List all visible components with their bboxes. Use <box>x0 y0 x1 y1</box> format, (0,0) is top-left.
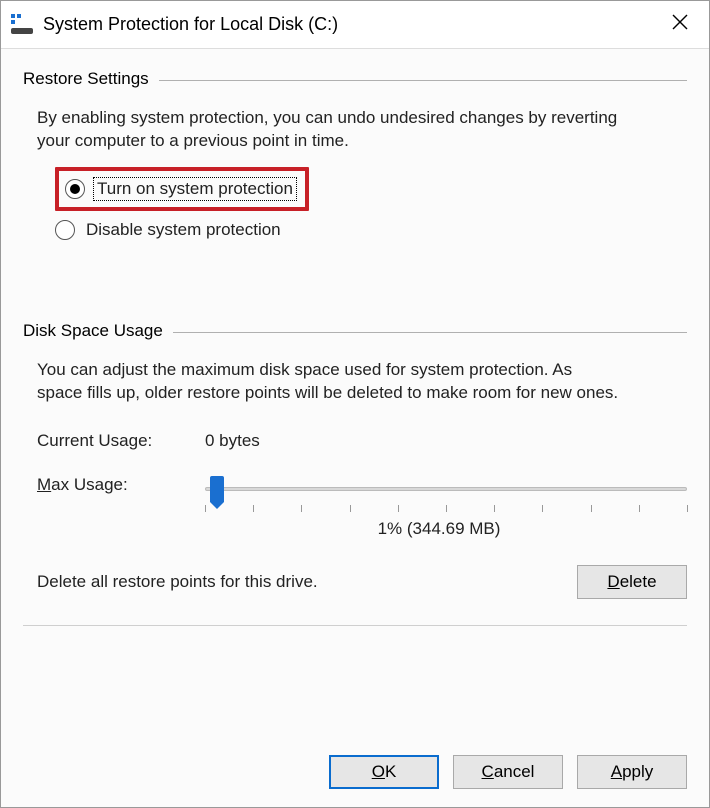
disk-description: You can adjust the maximum disk space us… <box>23 345 623 415</box>
slider-ticks <box>205 505 687 513</box>
close-button[interactable] <box>657 1 703 48</box>
cancel-button[interactable]: Cancel <box>453 755 563 789</box>
title-bar: System Protection for Local Disk (C:) <box>1 1 709 49</box>
slider-thumb[interactable] <box>210 476 224 502</box>
system-protection-dialog: System Protection for Local Disk (C:) Re… <box>0 0 710 808</box>
window-title: System Protection for Local Disk (C:) <box>43 14 338 35</box>
separator <box>23 625 687 626</box>
max-usage-slider[interactable] <box>205 473 687 517</box>
radio-label: Disable system protection <box>83 219 284 241</box>
current-usage-value: 0 bytes <box>205 431 260 451</box>
slider-value: 1% (344.69 MB) <box>23 519 687 539</box>
restore-description: By enabling system protection, you can u… <box>23 93 623 163</box>
disk-space-group: Disk Space Usage <box>23 321 687 341</box>
slider-track <box>205 487 687 491</box>
radio-icon <box>65 179 85 199</box>
dialog-footer: OK Cancel Apply <box>1 739 709 807</box>
restore-settings-group: Restore Settings <box>23 69 687 89</box>
current-usage-row: Current Usage: 0 bytes <box>23 425 687 451</box>
radio-label: Turn on system protection <box>93 177 297 201</box>
group-label: Disk Space Usage <box>23 321 173 341</box>
radio-turn-on[interactable]: Turn on system protection <box>65 177 297 201</box>
delete-button[interactable]: Delete <box>577 565 687 599</box>
apply-button[interactable]: Apply <box>577 755 687 789</box>
app-icon <box>11 14 33 36</box>
radio-disable[interactable]: Disable system protection <box>55 219 687 241</box>
ok-button[interactable]: OK <box>329 755 439 789</box>
group-label: Restore Settings <box>23 69 159 89</box>
separator <box>173 332 687 333</box>
close-icon <box>672 13 688 36</box>
current-usage-label: Current Usage: <box>37 431 205 451</box>
delete-description: Delete all restore points for this drive… <box>37 572 577 592</box>
highlight-annotation: Turn on system protection <box>55 167 309 211</box>
radio-icon <box>55 220 75 240</box>
max-usage-label: Max Usage: <box>37 473 205 495</box>
separator <box>159 80 687 81</box>
